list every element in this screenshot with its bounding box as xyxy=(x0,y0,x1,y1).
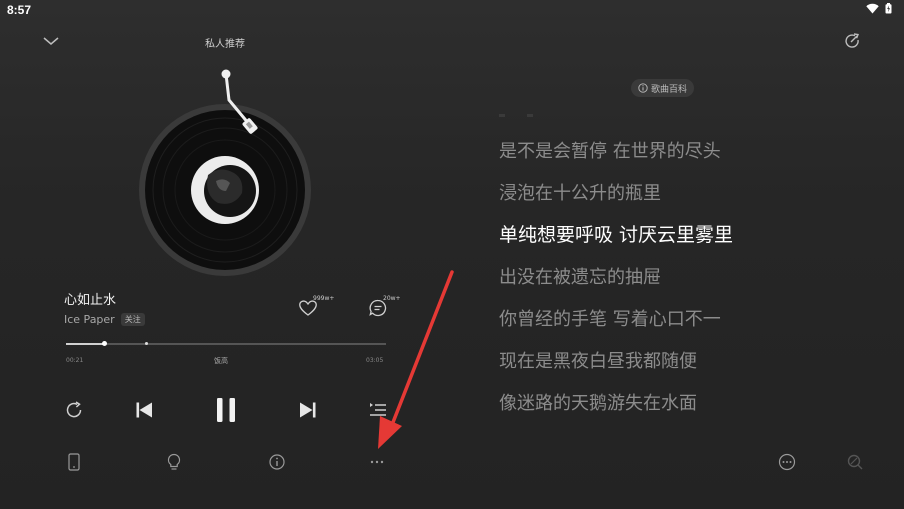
lyric-search-button[interactable] xyxy=(845,452,865,472)
next-button[interactable] xyxy=(296,398,320,422)
chevron-down-icon xyxy=(43,37,59,45)
tip-button[interactable] xyxy=(164,452,184,472)
pause-button[interactable] xyxy=(210,393,242,427)
lyric-line[interactable]: 出没在被遗忘的抽屉 xyxy=(499,263,661,289)
pause-icon xyxy=(217,398,235,422)
more-circle-icon xyxy=(778,453,796,471)
chorus-marker xyxy=(145,342,148,345)
like-count: 999w+ xyxy=(313,295,335,302)
chorus-label: 饭高 xyxy=(214,357,228,365)
song-wiki-label: 歌曲百科 xyxy=(651,84,688,95)
lyric-line[interactable]: 像迷路的天鹅游失在水面 xyxy=(499,389,697,415)
tonearm xyxy=(221,69,258,134)
info-icon xyxy=(269,454,285,470)
phone-icon xyxy=(68,453,80,471)
progress-thumb[interactable] xyxy=(102,341,108,346)
artist-name[interactable]: Ice Paper xyxy=(64,313,115,326)
more-horizontal-icon xyxy=(370,460,384,464)
lightbulb-icon xyxy=(167,453,181,470)
lyric-line[interactable]: 浸泡在十公升的瓶里 xyxy=(499,179,661,205)
follow-button[interactable]: 关注 xyxy=(120,313,145,326)
progress-played xyxy=(66,343,105,345)
time-elapsed: 00:21 xyxy=(66,357,84,364)
status-time: 8:57 xyxy=(7,3,32,17)
share-icon xyxy=(845,33,859,48)
info-button[interactable] xyxy=(267,452,287,472)
wifi-icon xyxy=(866,3,879,14)
song-title: 心如止水 xyxy=(64,293,117,308)
like-button[interactable]: 999w+ xyxy=(298,295,336,320)
progress-bar[interactable] xyxy=(66,341,386,346)
player-screen: 8:57 私人推荐 心如止水 Ice Paper 关注 999w+ 20w+ 0… xyxy=(0,0,904,509)
more-button[interactable] xyxy=(367,452,387,472)
collapse-button[interactable] xyxy=(40,32,62,50)
lyric-line[interactable]: 你曾经的手笔 写着心口不一 xyxy=(499,305,721,331)
lyric-line-active[interactable]: 单纯想要呼吸 讨厌云里雾里 xyxy=(499,220,733,247)
search-icon xyxy=(847,454,863,470)
song-wiki-button[interactable]: 歌曲百科 xyxy=(631,79,695,97)
share-button[interactable] xyxy=(842,31,862,51)
info-icon xyxy=(638,83,648,93)
device-button[interactable] xyxy=(64,452,84,472)
previous-button[interactable] xyxy=(132,398,156,422)
lyric-line[interactable]: 是不是会暂停 在世界的尽头 xyxy=(499,137,721,163)
skip-next-icon xyxy=(300,402,316,418)
lyric-line[interactable]: 现在是黑夜白昼我都随便 xyxy=(499,347,697,373)
repeat-button[interactable] xyxy=(62,398,86,422)
status-icons xyxy=(866,3,892,14)
battery-icon xyxy=(885,3,892,14)
page-title: 私人推荐 xyxy=(205,39,245,50)
artist-row: Ice Paper 关注 xyxy=(64,313,145,326)
faded-lyric-line xyxy=(499,114,533,117)
lyric-more-button[interactable] xyxy=(777,452,797,472)
skip-previous-icon xyxy=(136,402,152,418)
repeat-icon xyxy=(66,401,82,418)
annotation-arrow xyxy=(378,270,454,449)
